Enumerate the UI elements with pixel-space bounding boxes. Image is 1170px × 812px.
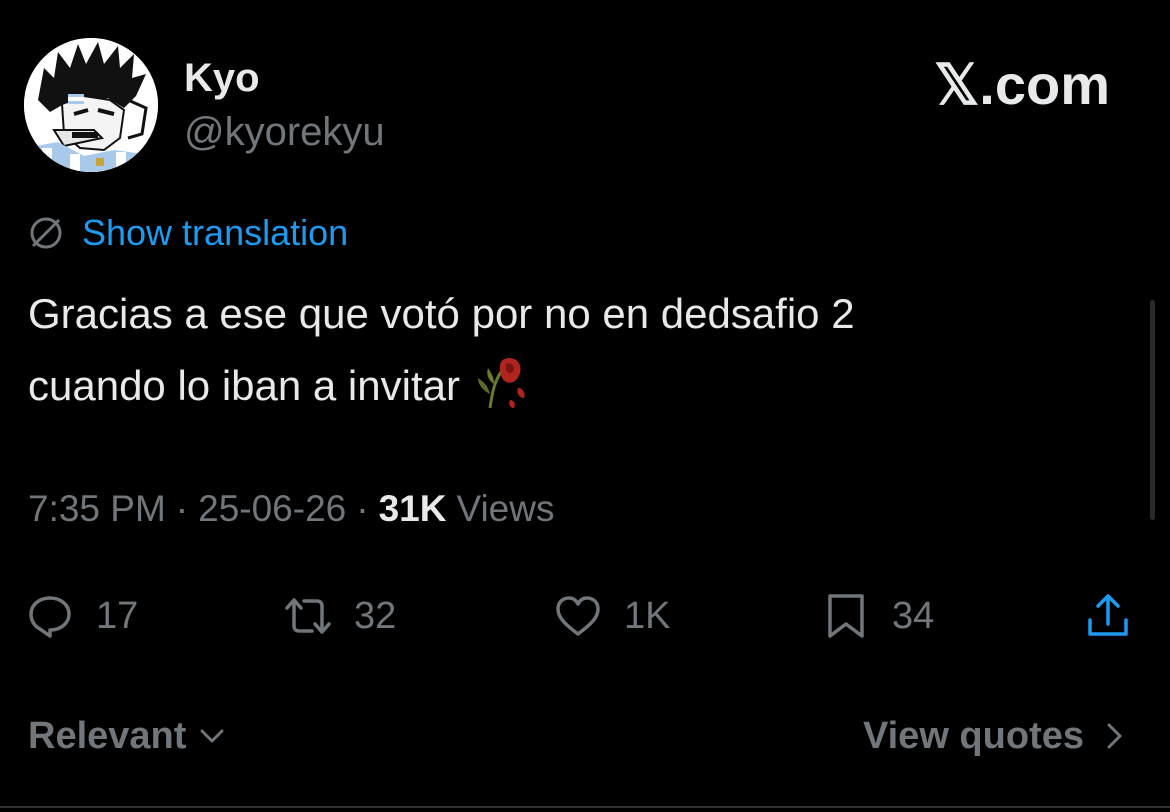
avatar[interactable] — [24, 38, 158, 172]
show-translation-label: Show translation — [82, 212, 349, 253]
share-icon — [1088, 594, 1128, 636]
view-quotes-link[interactable]: View quotes — [863, 706, 1130, 766]
tweet-meta: 7:35 PM · 25-06-26 · 31K Views — [28, 488, 554, 530]
bookmark-button[interactable]: 34 — [822, 586, 934, 646]
tweet-header: Kyo @kyorekyu 𝕏.com — [24, 38, 1146, 178]
repost-button[interactable]: 32 — [284, 586, 396, 646]
scrollbar[interactable] — [1150, 300, 1155, 520]
like-button[interactable]: 1K — [554, 586, 670, 646]
heart-icon — [556, 596, 600, 636]
tweet-text: Gracias a ese que votó por no en dedsafi… — [28, 278, 1128, 422]
tweet-date[interactable]: 25-06-26 — [198, 488, 346, 530]
translate-globe-icon — [30, 217, 62, 249]
tweet-line-2-wrap: cuando lo iban a invitar — [28, 350, 1128, 422]
bookmark-count: 34 — [892, 594, 935, 637]
reply-count: 17 — [96, 594, 139, 637]
divider — [0, 806, 1170, 808]
reply-button[interactable]: 17 — [26, 586, 138, 646]
reply-icon — [29, 596, 71, 638]
tweet-time[interactable]: 7:35 PM — [28, 488, 166, 530]
tweet-actions: 17 32 1K 34 — [0, 586, 1170, 646]
author-name[interactable]: Kyo — [184, 56, 260, 101]
like-count: 1K — [624, 594, 671, 637]
view-quotes-label: View quotes — [862, 714, 1084, 757]
bookmark-icon — [828, 594, 864, 638]
tweet-line-2: cuando lo iban a invitar — [28, 362, 460, 409]
meta-separator: · — [175, 488, 189, 529]
chevron-down-icon — [200, 729, 224, 743]
sort-label: Relevant — [28, 714, 187, 757]
show-translation-link[interactable]: Show translation — [28, 210, 348, 256]
replies-footer: Relevant View quotes — [0, 706, 1170, 766]
chevron-right-icon — [1107, 723, 1122, 749]
avatar-image — [24, 38, 158, 172]
repost-count: 32 — [354, 594, 397, 637]
views-label[interactable]: Views — [456, 488, 554, 530]
views-count[interactable]: 31K — [379, 488, 447, 530]
share-button[interactable] — [1084, 586, 1132, 646]
repost-icon — [285, 598, 331, 634]
meta-separator: · — [356, 488, 369, 529]
tweet-line-1: Gracias a ese que votó por no en dedsafi… — [28, 290, 855, 337]
wilted-rose-icon — [477, 358, 525, 409]
brand-watermark: 𝕏.com — [934, 53, 1110, 116]
sort-dropdown[interactable]: Relevant — [28, 706, 228, 766]
author-handle[interactable]: @kyorekyu — [184, 110, 385, 155]
